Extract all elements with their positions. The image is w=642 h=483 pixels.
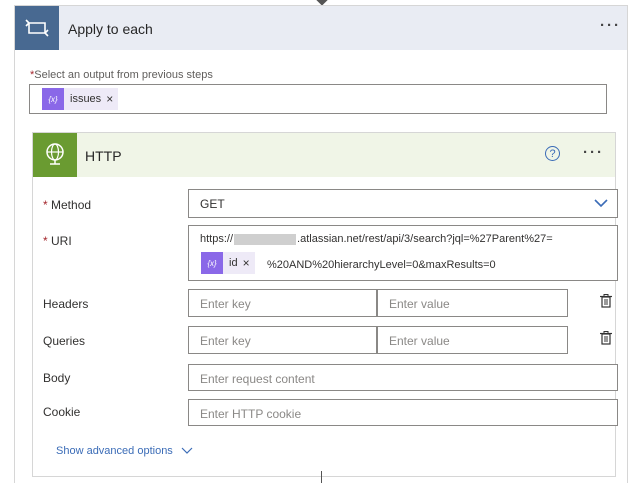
headers-value-input[interactable]: Enter value [377,289,568,317]
queries-label: Queries [43,334,86,348]
delete-icon[interactable] [600,331,612,345]
apply-to-each-header[interactable]: Apply to each ··· [15,6,627,50]
http-header[interactable]: HTTP ? ··· [33,133,615,177]
http-action-card: HTTP ? ··· * Method GET * URI https:// .a… [32,132,618,477]
cookie-input[interactable]: Enter HTTP cookie [188,399,618,426]
required-mark: * [43,234,52,248]
token-issues[interactable]: {x} issues × [42,88,119,110]
loop-icon [15,6,59,50]
queries-value-input[interactable]: Enter value [377,326,568,354]
globe-icon [33,133,77,177]
uri-label-text: URI [51,234,72,248]
select-output-field[interactable]: {x} issues × [29,84,607,114]
apply-to-each-more-button[interactable]: ··· [600,17,621,34]
uri-label: * URI [43,234,72,248]
method-select[interactable]: GET [188,189,618,218]
cookie-label: Cookie [43,405,81,419]
required-mark: * [43,198,52,212]
token-id[interactable]: {x} id × [201,252,255,274]
show-advanced-options-link[interactable]: Show advanced options [56,445,193,457]
queries-key-placeholder: Enter key [200,334,251,348]
token-label: issues [70,93,102,105]
select-output-label: *Select an output from previous steps [30,69,213,81]
chevron-down-icon[interactable] [593,196,609,213]
http-more-button[interactable]: ··· [583,144,604,161]
uri-prefix: https:// [200,233,234,245]
uri-line-1: https:// .atlassian.net/rest/api/3/search… [200,233,553,245]
headers-key-placeholder: Enter key [200,297,251,311]
redacted-domain [234,233,297,245]
delete-icon[interactable] [600,294,612,308]
uri-suffix: .atlassian.net/rest/api/3/search?jql=%27… [297,233,553,245]
show-advanced-options-label[interactable]: Show advanced options [56,445,173,457]
method-label: * Method [43,198,91,212]
apply-to-each-title[interactable]: Apply to each [68,21,153,37]
method-label-text: Method [51,198,92,212]
http-title[interactable]: HTTP [85,148,122,164]
queries-key-input[interactable]: Enter key [188,326,377,354]
body-label: Body [43,371,71,385]
token-label: id [229,257,238,269]
headers-label: Headers [43,297,89,311]
expression-icon: {x} [42,88,64,110]
remove-token-icon[interactable]: × [243,256,255,270]
select-output-label-text: Select an output from previous steps [34,69,213,81]
headers-key-input[interactable]: Enter key [188,289,377,317]
apply-to-each-card: Apply to each ··· *Select an output from… [14,5,628,483]
remove-token-icon[interactable]: × [106,92,118,106]
headers-value-placeholder: Enter value [389,297,450,311]
connector-line-bottom [321,471,322,483]
body-input[interactable]: Enter request content [188,364,618,391]
uri-field[interactable]: https:// .atlassian.net/rest/api/3/search… [188,225,618,281]
queries-value-placeholder: Enter value [389,334,450,348]
chevron-down-icon[interactable] [181,447,193,455]
help-icon[interactable]: ? [545,146,560,161]
cookie-placeholder: Enter HTTP cookie [200,407,302,421]
expression-icon: {x} [201,252,223,274]
body-placeholder: Enter request content [200,372,315,386]
uri-line-2: %20AND%20hierarchyLevel=0&maxResults=0 [267,259,496,271]
method-value: GET [200,197,225,211]
